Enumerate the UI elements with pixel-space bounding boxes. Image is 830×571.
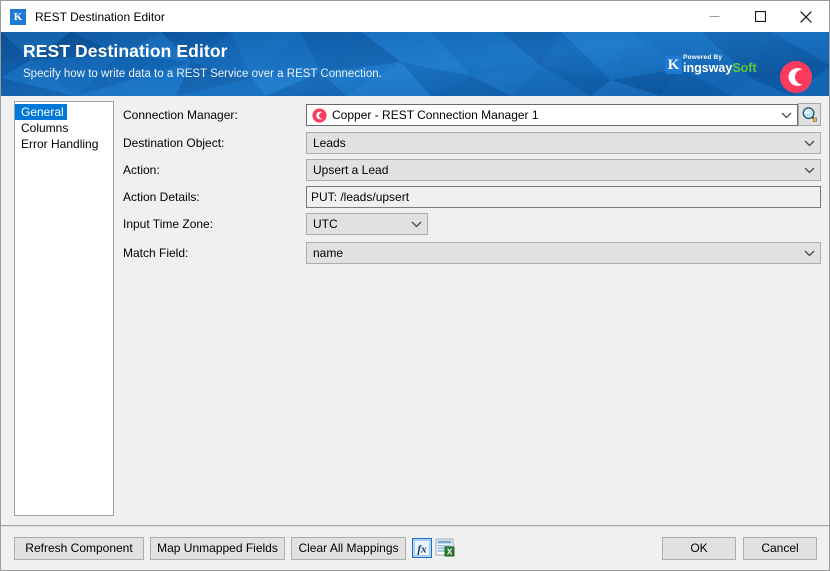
browse-connection-button[interactable] (798, 103, 821, 126)
copper-connection-icon (312, 108, 327, 123)
sidebar-item-error-handling-label: Error Handling (21, 137, 99, 151)
banner-subtitle: Specify how to write data to a REST Serv… (23, 68, 382, 80)
rest-destination-editor-window: K REST Destination Editor REST Destinati… (0, 0, 830, 571)
search-magnifier-icon (802, 107, 818, 122)
chevron-down-icon (411, 214, 422, 234)
action-details-textbox[interactable]: PUT: /leads/upsert (306, 186, 821, 208)
dialog-body: General Columns Error Handling Connectio… (1, 96, 829, 525)
title-bar: K REST Destination Editor (1, 1, 829, 32)
svg-text:X: X (447, 547, 453, 556)
brand-powered-by-label: Powered By (683, 54, 723, 61)
sidebar-item-general[interactable]: General (15, 104, 113, 120)
connection-manager-value: Copper - REST Connection Manager 1 (332, 108, 539, 122)
input-time-zone-value: UTC (313, 217, 338, 231)
maximize-button[interactable] (737, 1, 783, 32)
chevron-down-icon (781, 105, 792, 125)
map-unmapped-fields-button[interactable]: Map Unmapped Fields (150, 537, 285, 560)
clear-all-mappings-button[interactable]: Clear All Mappings (291, 537, 406, 560)
brand-name-part2: Soft (732, 61, 757, 75)
kingswaysoft-brand-logo: K Powered By ingswaySoft (665, 54, 766, 76)
brand-k-icon: K (665, 56, 682, 74)
sidebar-item-columns-label: Columns (21, 121, 69, 135)
chevron-down-icon (804, 243, 815, 263)
export-grid-button[interactable]: X (435, 538, 455, 558)
copper-logo-icon (780, 61, 812, 93)
brand-name-label: ingswaySoft (683, 61, 757, 75)
action-combobox[interactable]: Upsert a Lead (306, 159, 821, 181)
sidebar-item-columns[interactable]: Columns (15, 120, 113, 136)
chevron-down-icon (804, 160, 815, 180)
destination-object-label: Destination Object: (123, 136, 225, 150)
connection-manager-label: Connection Manager: (123, 108, 238, 122)
cancel-button[interactable]: Cancel (743, 537, 817, 560)
window-controls (691, 1, 829, 32)
expression-editor-icon: fx (411, 537, 433, 559)
expression-editor-button[interactable]: fx (411, 537, 433, 559)
export-grid-icon: X (435, 538, 455, 557)
action-details-value: PUT: /leads/upsert (311, 190, 410, 204)
general-settings-form: Connection Manager: Copper - REST Connec… (123, 96, 829, 525)
close-icon (800, 10, 812, 23)
brand-wordmark: Powered By ingswaySoft (682, 54, 766, 75)
action-value: Upsert a Lead (313, 163, 389, 177)
refresh-component-button[interactable]: Refresh Component (14, 537, 144, 560)
connection-manager-combobox[interactable]: Copper - REST Connection Manager 1 (306, 104, 798, 126)
input-time-zone-label: Input Time Zone: (123, 217, 214, 231)
ok-button[interactable]: OK (662, 537, 736, 560)
minimize-button[interactable] (691, 1, 737, 32)
svg-text:fx: fx (417, 544, 427, 556)
match-field-value: name (313, 246, 344, 260)
close-button[interactable] (783, 1, 829, 32)
chevron-down-icon (804, 133, 815, 153)
page-navigation-list[interactable]: General Columns Error Handling (14, 101, 114, 516)
maximize-icon (754, 11, 766, 22)
input-time-zone-combobox[interactable]: UTC (306, 213, 428, 235)
banner-title: REST Destination Editor (23, 41, 228, 61)
match-field-label: Match Field: (123, 246, 189, 260)
window-title: REST Destination Editor (35, 9, 165, 24)
action-label: Action: (123, 163, 160, 177)
kingswaysoft-k-icon: K (10, 8, 26, 25)
destination-object-combobox[interactable]: Leads (306, 132, 821, 154)
brand-name-part1: ingsway (683, 61, 733, 75)
sidebar-item-general-label: General (15, 104, 67, 120)
action-details-label: Action Details: (123, 190, 200, 204)
sidebar-item-error-handling[interactable]: Error Handling (15, 136, 113, 152)
banner-text-group: REST Destination Editor Specify how to w… (23, 40, 382, 82)
destination-object-value: Leads (313, 136, 346, 150)
minimize-icon (709, 16, 719, 17)
banner: REST Destination Editor Specify how to w… (1, 32, 829, 96)
footer-bar: Refresh Component Map Unmapped Fields Cl… (1, 527, 829, 570)
match-field-combobox[interactable]: name (306, 242, 821, 264)
